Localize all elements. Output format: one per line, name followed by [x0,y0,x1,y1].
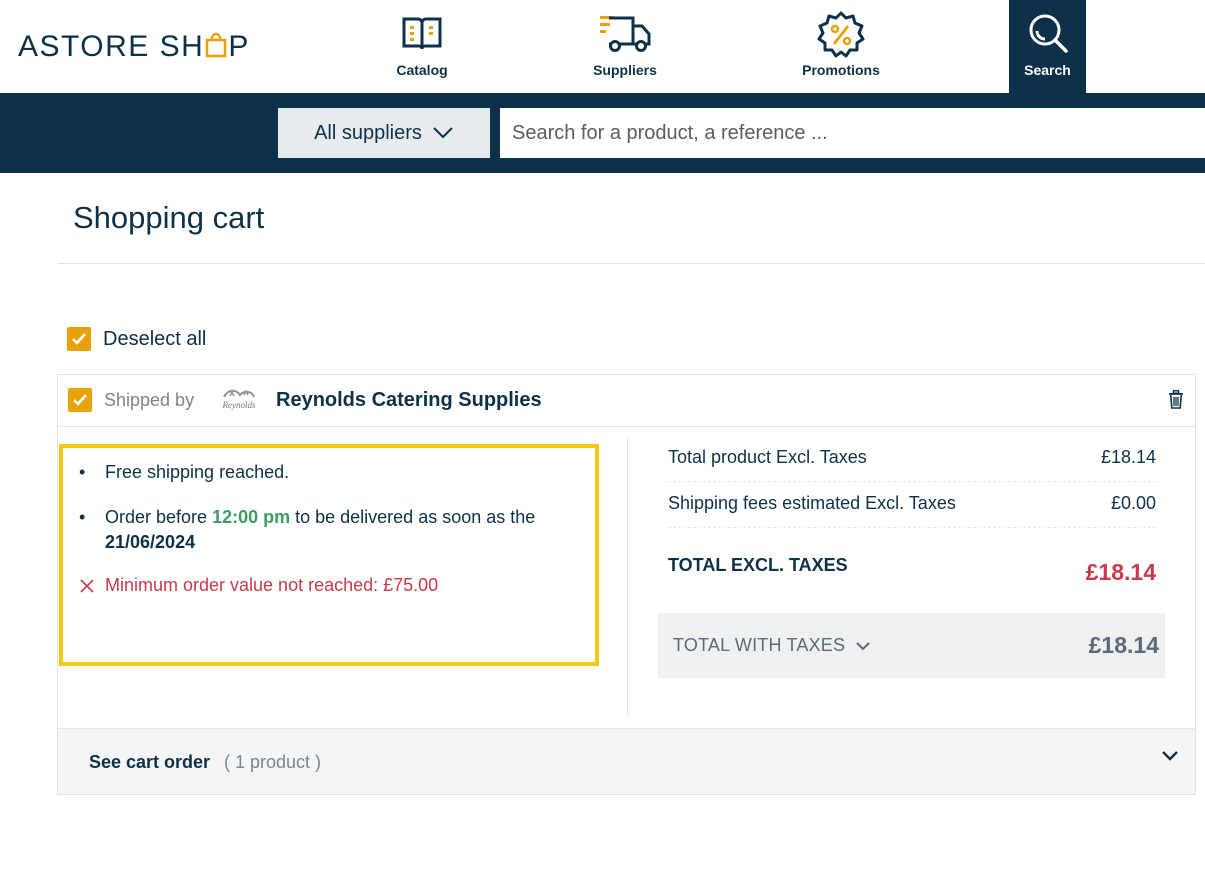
order-cutoff-time: 12:00 pm [212,507,291,527]
see-cart-order-label: See cart order [89,752,211,772]
total-excl-taxes-value: £18.14 [1085,559,1156,585]
shipping-fees-value: £0.00 [1110,493,1156,513]
total-product-value: £18.14 [1100,447,1156,467]
top-header: ASTORE SH P Catalog Suppliers Promotions… [0,0,1205,93]
supplier-name: Reynolds Catering Supplies [276,389,542,411]
total-with-taxes-label-wrap: TOTAL WITH TAXES [673,635,871,656]
catalog-book-icon [401,12,443,56]
shipping-info-box: Free shipping reached. Order before 12:0… [59,444,599,666]
total-with-taxes-toggle[interactable]: TOTAL WITH TAXES £18.14 [658,613,1165,678]
total-with-taxes-value: £18.14 [1088,632,1159,658]
checkmark-icon [73,394,87,406]
shipping-fees-label: Shipping fees estimated Excl. Taxes [668,493,956,513]
search-icon [1026,12,1070,56]
astore-shop-logo[interactable]: ASTORE SH P [18,30,250,64]
minimum-order-text: Minimum order value not reached: £75.00 [105,575,439,595]
shopping-bag-icon [205,32,227,58]
search-input[interactable] [500,108,1205,158]
supplier-logo: Reynolds [222,389,256,410]
delete-supplier-cart-button[interactable] [1168,390,1184,414]
checkmark-icon [72,333,86,345]
supplier-filter-dropdown[interactable]: All suppliers [278,108,490,158]
percent-badge-icon [817,11,865,58]
logo-text-end: P [228,30,250,63]
divider [58,263,1205,264]
see-cart-order-toggle[interactable]: See cart order ( 1 product ) [58,728,1195,794]
supplier-filter-value: All suppliers [314,121,422,144]
nav-promotions[interactable]: Promotions [795,0,887,93]
delivery-truck-icon [597,12,653,56]
minimum-order-warning: Minimum order value not reached: £75.00 [79,575,438,596]
divider [668,527,1156,528]
free-shipping-text: Free shipping reached. [105,462,290,482]
chevron-down-icon [855,641,871,651]
chevron-down-icon [1161,749,1179,767]
close-x-icon [79,578,95,594]
nav-catalog-label: Catalog [396,62,448,78]
nav-search-label: Search [1024,62,1071,78]
page-title: Shopping cart [73,200,265,235]
nav-catalog[interactable]: Catalog [380,0,464,93]
shipping-fees-row: Shipping fees estimated Excl. Taxes £0.0… [668,493,1156,514]
delivery-date: 21/06/2024 [105,532,196,552]
logo-text-start: ASTORE SH [18,30,205,63]
deselect-all-label[interactable]: Deselect all [103,328,206,351]
total-excl-taxes-label: TOTAL EXCL. TAXES [668,555,848,575]
delivery-deadline-message: Order before 12:00 pm to be delivered as… [79,505,589,555]
nav-search[interactable]: Search [1009,0,1086,93]
supplier-select-checkbox[interactable] [68,388,92,412]
divider [668,481,1156,482]
supplier-card-header: Shipped by Reynolds Reynolds Catering Su… [58,375,1195,427]
product-count: ( 1 product ) [224,752,322,772]
search-bar: All suppliers [0,93,1205,173]
deselect-all-checkbox[interactable] [67,327,91,351]
nav-promotions-label: Promotions [802,62,880,78]
shipping-info-list: Free shipping reached. Order before 12:0… [79,460,589,575]
nav-suppliers[interactable]: Suppliers [580,0,670,93]
nav-suppliers-label: Suppliers [593,62,657,78]
shipped-by-label: Shipped by [104,390,195,410]
total-product-row: Total product Excl. Taxes £18.14 [668,447,1156,468]
vertical-divider [627,437,628,717]
total-with-taxes-label: TOTAL WITH TAXES [673,635,846,655]
total-product-label: Total product Excl. Taxes [668,447,867,467]
chevron-down-icon [432,126,454,140]
free-shipping-message: Free shipping reached. [79,460,589,485]
supplier-cart-card: Shipped by Reynolds Reynolds Catering Su… [57,374,1196,795]
order-before-prefix: Order before [105,507,213,527]
supplier-logo-text: Reynolds [222,400,256,410]
order-before-suffix: to be delivered as soon as the [290,507,536,527]
trash-icon [1169,390,1183,409]
